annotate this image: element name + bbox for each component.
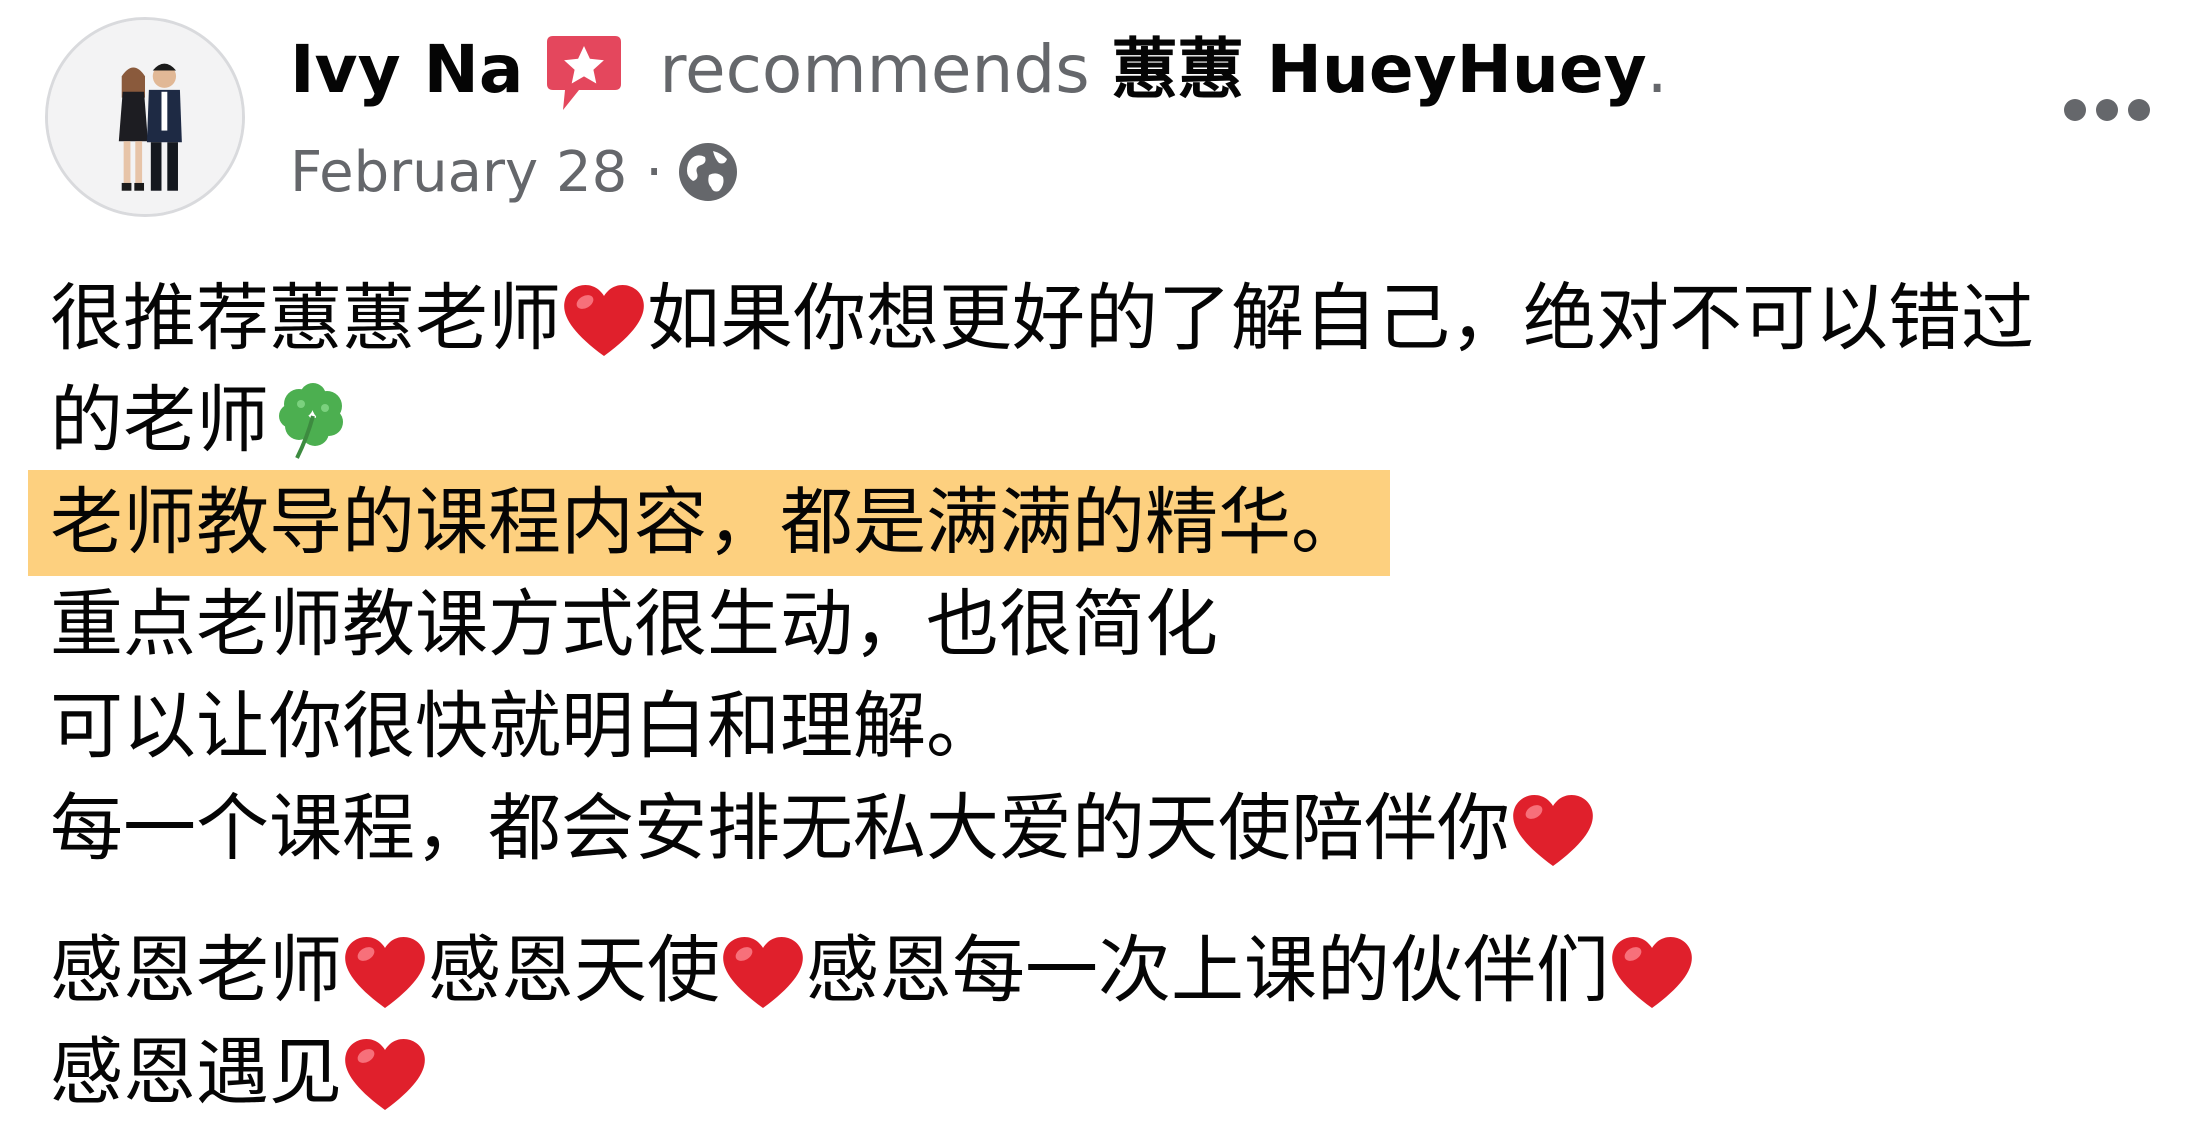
recommend-star-icon bbox=[545, 32, 623, 116]
post-text-segment: 感恩每一次上课的伙伴们 bbox=[806, 928, 1609, 1013]
post-line-4: 重点老师教课方式很生动，也很简化 bbox=[50, 574, 2170, 676]
red-heart-emoji bbox=[340, 928, 430, 1014]
post-text-segment: 很推荐蕙蕙老师 bbox=[50, 276, 561, 361]
post-text-segment: 如果你想更好的了解自己，绝对不可以错过 bbox=[647, 276, 2034, 361]
header-period: . bbox=[1646, 31, 1668, 108]
post-header: Ivy Na recommends 蕙蕙 HueyHuey . bbox=[290, 24, 1668, 116]
meta-separator: · bbox=[645, 139, 664, 205]
post-meta: February 28 · bbox=[290, 132, 739, 212]
post-line-7: 感恩老师 感恩天使 感恩每一次上课的伙伴们 bbox=[50, 920, 2170, 1022]
avatar-photo bbox=[48, 20, 242, 214]
post-line-8: 感恩遇见 bbox=[50, 1022, 2170, 1124]
post-text-segment: 感恩老师 bbox=[50, 928, 342, 1013]
page-name-link[interactable]: 蕙蕙 HueyHuey bbox=[1112, 24, 1647, 116]
post-line-6: 每一个课程，都会安排无私大爱的天使陪伴你 bbox=[50, 778, 2170, 880]
more-options-button[interactable] bbox=[2064, 92, 2150, 128]
post-text-segment: 可以让你很快就明白和理解。 bbox=[50, 684, 999, 769]
red-heart-emoji bbox=[718, 928, 808, 1014]
red-heart-emoji bbox=[1607, 928, 1697, 1014]
post-text-segment: 感恩遇见 bbox=[50, 1030, 342, 1115]
author-avatar[interactable] bbox=[45, 17, 245, 217]
post-line-1: 很推荐蕙蕙老师 如果你想更好的了解自己，绝对不可以错过 bbox=[50, 268, 2170, 370]
post-text-segment: 感恩天使 bbox=[428, 928, 720, 1013]
post-text-segment: 每一个课程，都会安排无私大爱的天使陪伴你 bbox=[50, 786, 1510, 871]
more-options-icon-dot bbox=[2096, 99, 2118, 121]
post-line-3-highlighted: 老师教导的课程内容，都是满满的精华。 bbox=[28, 470, 2170, 576]
post-text: 很推荐蕙蕙老师 如果你想更好的了解自己，绝对不可以错过 的老师 老师教导的课程内… bbox=[28, 268, 2170, 1124]
more-options-icon-dot bbox=[2128, 99, 2150, 121]
highlighted-text: 老师教导的课程内容，都是满满的精华。 bbox=[28, 470, 1390, 576]
four-leaf-clover-emoji bbox=[267, 378, 357, 464]
post-text-segment: 重点老师教课方式很生动，也很简化 bbox=[50, 582, 1218, 667]
author-name-link[interactable]: Ivy Na bbox=[290, 24, 523, 116]
recommends-text: recommends bbox=[659, 31, 1090, 108]
red-heart-emoji bbox=[559, 276, 649, 362]
red-heart-emoji bbox=[340, 1030, 430, 1116]
post-date-link[interactable]: February 28 bbox=[290, 140, 627, 205]
red-heart-emoji bbox=[1508, 786, 1598, 872]
post-line-5: 可以让你很快就明白和理解。 bbox=[50, 676, 2170, 778]
globe-icon[interactable] bbox=[677, 141, 739, 203]
more-options-icon bbox=[2064, 99, 2086, 121]
post-text-segment: 的老师 bbox=[50, 378, 269, 463]
post-line-2: 的老师 bbox=[50, 370, 2170, 472]
